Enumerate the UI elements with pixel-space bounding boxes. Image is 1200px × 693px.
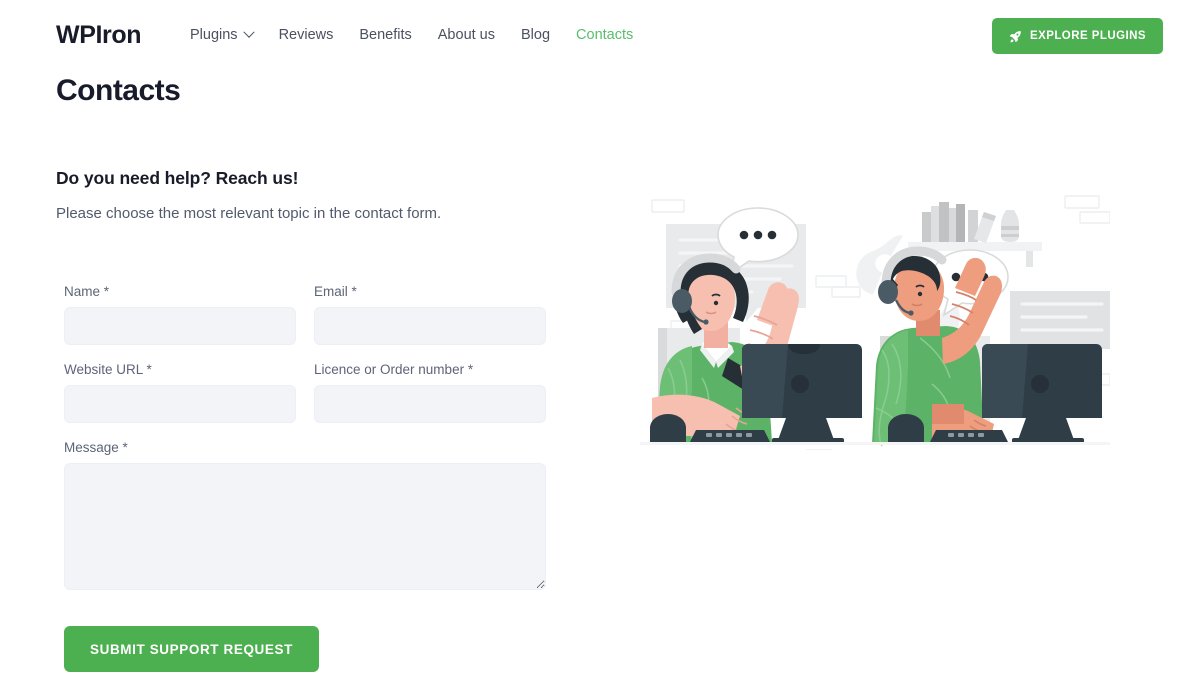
support-agent-right bbox=[872, 246, 1102, 447]
submit-support-request-button[interactable]: SUBMIT SUPPORT REQUEST bbox=[64, 626, 319, 672]
form-field-website-url: Website URL * bbox=[64, 362, 296, 423]
nav-item-label: Contacts bbox=[576, 27, 634, 43]
form-row-1: Name * Email * bbox=[64, 284, 554, 362]
email-label: Email * bbox=[314, 284, 357, 299]
mouse-right bbox=[888, 414, 924, 442]
nav-item-about-us[interactable]: About us bbox=[438, 27, 495, 43]
nav-item-blog[interactable]: Blog bbox=[521, 27, 550, 43]
message-label: Message * bbox=[64, 440, 128, 455]
nav-item-label: Plugins bbox=[190, 27, 238, 43]
brand-logo[interactable]: WPIron bbox=[56, 21, 141, 50]
message-textarea[interactable] bbox=[64, 463, 546, 590]
mouse-left bbox=[650, 414, 686, 442]
nav-item-benefits[interactable]: Benefits bbox=[359, 27, 411, 43]
form-field-message: Message * bbox=[64, 440, 546, 590]
document-card-right bbox=[1010, 291, 1110, 349]
form-row-2: Website URL * Licence or Order number * bbox=[64, 362, 554, 440]
email-input[interactable] bbox=[314, 307, 546, 345]
name-input[interactable] bbox=[64, 307, 296, 345]
form-field-email: Email * bbox=[314, 284, 546, 345]
site-header: WPIron Plugins Reviews Benefits About us… bbox=[0, 0, 1200, 66]
contact-form: Name * Email * Website URL * Licence or … bbox=[64, 284, 554, 672]
licence-number-input[interactable] bbox=[314, 385, 546, 423]
section-subtitle: Please choose the most relevant topic in… bbox=[56, 205, 442, 222]
nav-item-label: Benefits bbox=[359, 27, 412, 43]
name-label: Name * bbox=[64, 284, 110, 299]
nav-item-label: About us bbox=[437, 27, 496, 43]
explore-plugins-label: EXPLORE PLUGINS bbox=[1029, 30, 1146, 42]
nav-item-reviews[interactable]: Reviews bbox=[279, 27, 334, 43]
section-heading: Do you need help? Reach us! bbox=[56, 168, 299, 188]
form-field-name: Name * bbox=[64, 284, 296, 345]
licence-number-label: Licence or Order number * bbox=[314, 362, 474, 377]
website-url-label: Website URL * bbox=[64, 362, 152, 377]
explore-plugins-button[interactable]: EXPLORE PLUGINS bbox=[991, 18, 1163, 54]
chevron-down-icon bbox=[242, 26, 255, 38]
form-field-licence-number: Licence or Order number * bbox=[314, 362, 546, 423]
floor-line bbox=[640, 442, 1110, 445]
nav-item-contacts[interactable]: Contacts bbox=[576, 27, 633, 43]
nav-item-label: Reviews bbox=[278, 27, 334, 43]
website-url-input[interactable] bbox=[64, 385, 296, 423]
customer-support-illustration bbox=[640, 188, 1110, 450]
nav-item-plugins[interactable]: Plugins bbox=[190, 26, 255, 43]
rocket-icon bbox=[1009, 30, 1021, 42]
nav-item-label: Blog bbox=[521, 27, 551, 43]
monitor-right bbox=[982, 344, 1102, 444]
illustration-svg bbox=[640, 195, 1110, 450]
main-navigation: Plugins Reviews Benefits About us Blog C… bbox=[190, 26, 633, 43]
page-title: Contacts bbox=[56, 74, 181, 107]
